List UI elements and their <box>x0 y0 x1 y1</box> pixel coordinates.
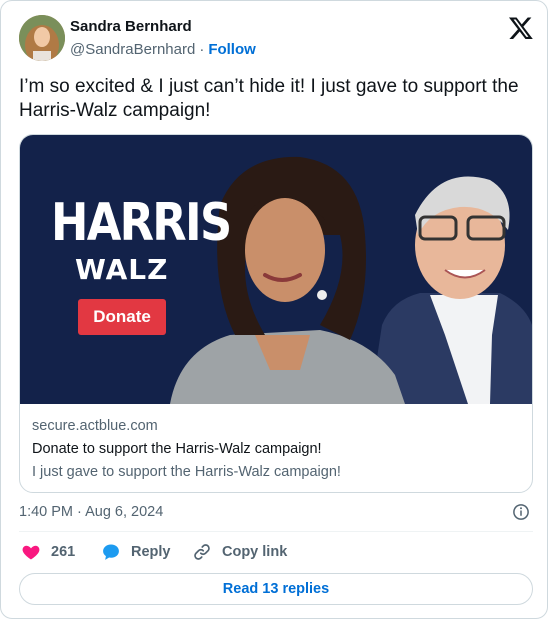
avatar-image <box>19 15 65 61</box>
tweet-text: I’m so excited & I just can’t hide it! I… <box>19 76 519 121</box>
hero-subtitle: WALZ <box>75 253 169 286</box>
copy-link-label: Copy link <box>222 544 288 560</box>
reply-label: Reply <box>131 544 171 560</box>
like-button[interactable]: 261 <box>21 542 75 562</box>
tweet-actions: 261 Reply Copy link <box>19 542 533 564</box>
x-logo-icon[interactable] <box>508 15 534 41</box>
reply-bubble-icon <box>103 544 119 560</box>
hero-title: HARRIS <box>51 193 232 253</box>
link-preview-card[interactable]: HARRIS WALZ Donate secure.actblue.com Do… <box>19 134 533 493</box>
link-preview-image: HARRIS WALZ Donate <box>20 135 532 404</box>
copy-link-button[interactable]: Copy link <box>192 542 287 562</box>
hero-donate-button: Donate <box>78 299 166 335</box>
author-avatar[interactable] <box>19 15 65 61</box>
tweet-timestamp[interactable]: 1:40 PM · Aug 6, 2024 <box>19 504 163 520</box>
link-description: I just gave to support the Harris-Walz c… <box>32 464 341 480</box>
separator-dot: · <box>199 41 205 58</box>
author-name[interactable]: Sandra Bernhard <box>70 18 192 35</box>
link-title: Donate to support the Harris-Walz campai… <box>32 441 322 457</box>
like-count: 261 <box>51 544 76 560</box>
heart-icon <box>22 545 40 560</box>
author-handle[interactable]: @SandraBernhard <box>70 41 195 58</box>
tweet-embed-card: Sandra Bernhard @SandraBernhard · Follow I… <box>0 0 548 619</box>
link-icon <box>194 544 210 560</box>
info-icon[interactable] <box>512 503 530 521</box>
reply-button[interactable]: Reply <box>101 542 171 562</box>
link-domain: secure.actblue.com <box>32 418 158 434</box>
read-replies-button[interactable]: Read 13 replies <box>19 573 533 605</box>
author-handle-row: @SandraBernhard · Follow <box>70 41 256 58</box>
link-preview-meta: secure.actblue.com Donate to support the… <box>32 418 522 486</box>
footer-divider <box>19 531 533 532</box>
follow-button[interactable]: Follow <box>208 41 256 58</box>
